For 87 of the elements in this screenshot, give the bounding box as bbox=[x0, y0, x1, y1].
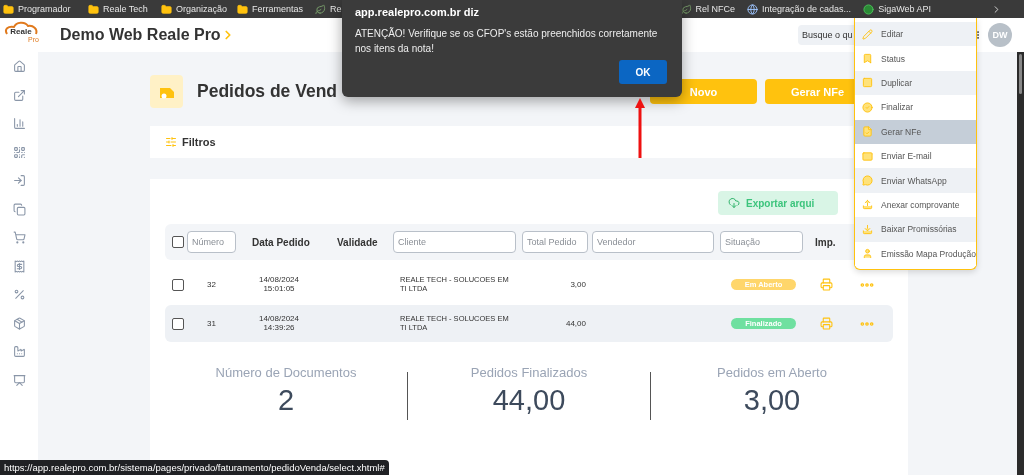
checkbox[interactable] bbox=[172, 236, 184, 248]
bookmark[interactable]: Reale Tech bbox=[88, 3, 161, 15]
bookmark-icon bbox=[862, 53, 873, 65]
stat-label: Pedidos Finalizados bbox=[470, 365, 588, 380]
stat-label: Número de Documentos bbox=[215, 365, 357, 380]
home-icon[interactable] bbox=[12, 60, 26, 73]
annotation-arrow bbox=[634, 97, 646, 159]
globe-icon bbox=[747, 3, 759, 15]
box-icon[interactable] bbox=[12, 316, 26, 330]
page-icon bbox=[150, 75, 183, 108]
folder-icon bbox=[3, 3, 14, 15]
bookmark[interactable]: Programador bbox=[3, 3, 88, 15]
folder-icon bbox=[88, 3, 99, 15]
table-cell-text: 32 bbox=[206, 280, 217, 289]
ok-button[interactable]: OK bbox=[619, 60, 667, 84]
cloud-icon bbox=[3, 21, 39, 35]
filter-field[interactable]: Cliente bbox=[393, 231, 516, 253]
stat-label: Pedidos em Aberto bbox=[717, 365, 827, 380]
bookmark[interactable]: Re bbox=[315, 3, 342, 15]
square-icon bbox=[862, 77, 873, 89]
bookmark[interactable]: Rel NFCe bbox=[680, 3, 736, 15]
menu-item[interactable]: Status bbox=[855, 46, 976, 71]
scrollbar[interactable] bbox=[1017, 52, 1024, 475]
checkbox[interactable] bbox=[172, 317, 184, 330]
table-cell-text: 3,00 bbox=[569, 280, 587, 289]
stat-value: 2 bbox=[277, 384, 295, 417]
checkbox[interactable] bbox=[172, 278, 184, 291]
menu-item[interactable]: Emissão Mapa Produção bbox=[855, 241, 976, 266]
menu-item[interactable]: Duplicar bbox=[855, 70, 976, 96]
logo-text: Reale bbox=[10, 27, 32, 36]
person-icon bbox=[862, 248, 873, 260]
check-icon bbox=[862, 101, 873, 113]
menu-item[interactable]: Anexar comprovante bbox=[855, 192, 976, 218]
table-cell-text: 14/08/2024 14:39:26 bbox=[257, 314, 300, 333]
presentation-icon[interactable] bbox=[12, 373, 26, 387]
filter-field[interactable]: Situação bbox=[720, 231, 803, 253]
copy-icon[interactable] bbox=[12, 202, 26, 216]
file-check-icon bbox=[862, 126, 873, 138]
qr-code-icon[interactable] bbox=[12, 145, 26, 159]
status-url: https://app.realepro.com.br/sistema/pages/privado/faturamento/pedidoVenda/select.xhtml# bbox=[0, 460, 389, 475]
leaf-icon bbox=[680, 3, 692, 15]
share-icon[interactable] bbox=[12, 88, 26, 102]
circle-icon bbox=[863, 3, 875, 15]
download-icon bbox=[728, 197, 740, 209]
folder-icon bbox=[237, 3, 248, 15]
menu-item[interactable]: Enviar E-mail bbox=[855, 143, 976, 169]
table-cell-text: 14/08/2024 15:01:05 bbox=[257, 275, 300, 294]
menu-item[interactable]: Baixar Promissórias bbox=[855, 217, 976, 242]
table-cell-text: 44,00 bbox=[564, 319, 587, 328]
menu-item[interactable]: Enviar WhatsApp bbox=[855, 168, 976, 193]
menu-item[interactable]: Editar bbox=[855, 22, 976, 47]
upload-icon bbox=[862, 199, 873, 211]
cart-icon[interactable] bbox=[12, 231, 26, 244]
factory-icon[interactable] bbox=[12, 345, 26, 358]
bookmark[interactable]: SigaWeb API bbox=[863, 3, 931, 15]
download-icon bbox=[862, 223, 873, 235]
page-title: Pedidos de Vend bbox=[197, 81, 338, 102]
menu-item[interactable]: Gerar NFe bbox=[855, 119, 976, 144]
leaf-icon bbox=[315, 3, 326, 15]
dialog-title: app.realepro.com.br diz bbox=[355, 6, 481, 18]
bar-chart-icon[interactable] bbox=[12, 117, 26, 130]
percent-icon[interactable] bbox=[12, 288, 26, 301]
receipt-icon[interactable] bbox=[12, 259, 26, 273]
dialog-message: ATENÇÃO! Verifique se os CFOP's estão preenchidos corretamente nos itens da nota! bbox=[355, 27, 659, 56]
chat-icon bbox=[862, 175, 873, 187]
column-header: Validade bbox=[337, 236, 379, 248]
login-icon[interactable] bbox=[12, 174, 26, 187]
app-title: Demo Web Reale Pro bbox=[60, 26, 221, 44]
filter-field[interactable]: Total Pedido bbox=[522, 231, 588, 253]
filter-field[interactable]: Número bbox=[187, 231, 236, 253]
bookmark[interactable]: Organização bbox=[161, 3, 237, 15]
bookmark[interactable]: Integração de cadas... bbox=[747, 3, 852, 15]
pencil-icon bbox=[862, 28, 873, 40]
mail-icon bbox=[862, 150, 873, 162]
sliders-icon bbox=[165, 136, 177, 148]
bookmark[interactable]: Ferramentas bbox=[237, 3, 315, 15]
stat-value: 3,00 bbox=[743, 384, 801, 417]
filters-bar[interactable]: Filtros bbox=[150, 126, 853, 158]
printer-icon[interactable] bbox=[820, 278, 833, 291]
column-header: Imp. bbox=[814, 236, 837, 248]
stat-value: 44,00 bbox=[492, 384, 566, 417]
filter-field[interactable]: Vendedor bbox=[592, 231, 714, 253]
folder-icon bbox=[161, 3, 172, 15]
menu-item[interactable]: Finalizar bbox=[855, 95, 976, 120]
filters-label: Filtros bbox=[182, 136, 216, 148]
table-cell-text: 31 bbox=[206, 319, 217, 328]
column-header: Data Pedido bbox=[251, 236, 311, 248]
